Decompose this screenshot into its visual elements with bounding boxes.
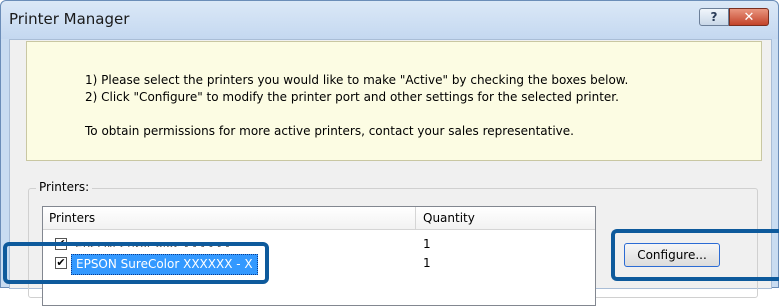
titlebar: Printer Manager ? ✕ <box>1 1 778 39</box>
highlight-callout-configure <box>611 229 779 281</box>
permissions-note: To obtain permissions for more active pr… <box>85 124 574 138</box>
instruction-line-1: 1) Please select the printers you would … <box>85 73 629 87</box>
instruction-line-2: 2) Click "Configure" to modify the print… <box>85 90 619 104</box>
close-icon: ✕ <box>743 9 755 25</box>
close-button[interactable]: ✕ <box>729 8 769 26</box>
help-icon: ? <box>710 10 718 24</box>
printers-group-label: Printers: <box>36 180 93 194</box>
printer-quantity: 1 <box>423 237 431 251</box>
highlight-callout-row <box>3 242 269 284</box>
list-header: Printers Quantity <box>43 207 595 230</box>
column-header-quantity[interactable]: Quantity <box>423 211 475 225</box>
help-button[interactable]: ? <box>699 8 729 26</box>
window-title: Printer Manager <box>9 10 130 28</box>
column-divider[interactable] <box>415 207 416 229</box>
printer-quantity: 1 <box>423 256 431 270</box>
instructions-panel: 1) Please select the printers you would … <box>26 41 762 161</box>
column-header-printers[interactable]: Printers <box>49 211 95 225</box>
